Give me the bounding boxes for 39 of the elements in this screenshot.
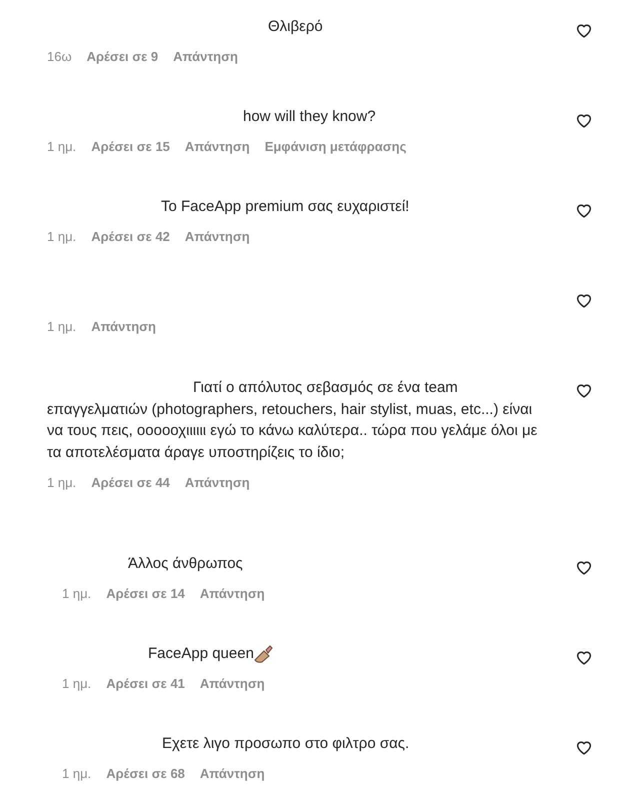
reply-link[interactable]: Απάντηση	[91, 318, 156, 336]
likes-link[interactable]: Αρέσει σε 14	[106, 585, 185, 603]
comment-text: Εχετε λιγο προσωπο στο φιλτρο σας.	[161, 734, 410, 754]
comment-time: 1 ημ.	[47, 138, 76, 156]
translation-link[interactable]: Εμφάνιση μετάφρασης	[264, 138, 406, 156]
likes-link[interactable]: Αρέσει σε 15	[91, 138, 170, 156]
reply-link[interactable]: Απάντηση	[184, 228, 250, 246]
comment-time: 1 ημ.	[47, 474, 76, 492]
likes-link[interactable]: Αρέσει σε 42	[91, 228, 170, 246]
heart-icon[interactable]	[576, 23, 592, 38]
heart-icon[interactable]	[576, 113, 592, 128]
reply-link[interactable]: Απάντηση	[184, 138, 250, 156]
comment-time: 1 ημ.	[62, 585, 92, 603]
likes-link[interactable]: Αρέσει σε 41	[106, 675, 185, 693]
comment-text: Θλιβερό	[267, 17, 323, 38]
comment-time: 1 ημ.	[47, 228, 76, 246]
comment-text: Το FaceApp premium σας ευχαριστεί!	[160, 197, 410, 218]
heart-icon[interactable]	[576, 203, 592, 218]
comment-time: 1 ημ.	[62, 675, 92, 693]
reply-link[interactable]: Απάντηση	[173, 48, 238, 66]
likes-link[interactable]: Αρέσει σε 9	[86, 48, 158, 66]
heart-icon[interactable]	[576, 293, 592, 308]
heart-icon[interactable]	[576, 383, 592, 398]
comment-text: Άλλος άνθρωπος	[127, 554, 243, 574]
reply-link[interactable]: Απάντηση	[200, 765, 265, 783]
comment-text: Γιατί ο απόλυτος σεβασμός σε ένα team επαγγελματιών (photographers, retouchers, hair stylist, muas, etc...) είναι να τους πεις, οοοοοχιιιιιι εγώ το κάνω καλύτερα.. τώρα που γελάμε όλοι με τα αποτελέσματα άραγε υποστηρίζεις το ίδιο;	[47, 378, 538, 462]
comment-time: 1 ημ.	[62, 765, 92, 783]
comment-text: FaceApp queen	[148, 644, 254, 664]
likes-link[interactable]: Αρέσει σε 68	[106, 765, 185, 783]
comment-time: 1 ημ.	[47, 318, 76, 336]
reply-link[interactable]: Απάντηση	[200, 585, 265, 603]
comment-time: 16ω	[47, 48, 72, 66]
heart-icon[interactable]	[576, 740, 592, 755]
comment-text: how will they know?	[242, 107, 376, 128]
likes-link[interactable]: Αρέσει σε 44	[91, 474, 170, 492]
reply-link[interactable]: Απάντηση	[200, 675, 265, 693]
heart-icon[interactable]	[576, 650, 592, 665]
heart-icon[interactable]	[576, 560, 592, 575]
reply-link[interactable]: Απάντηση	[184, 474, 250, 492]
